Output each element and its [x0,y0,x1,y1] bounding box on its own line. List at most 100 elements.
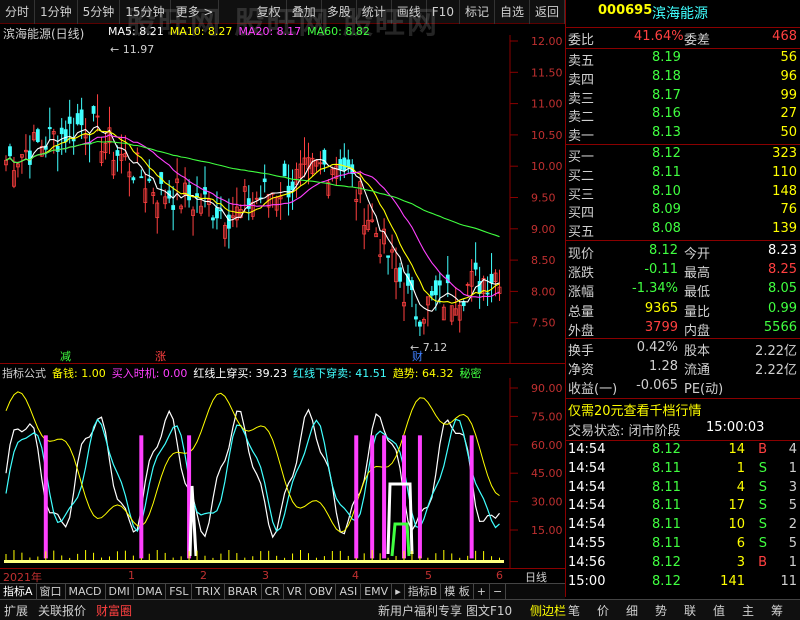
toolbar-btn-3[interactable]: 15分钟 [120,0,171,24]
toolbar-btn-r0[interactable]: 复权 [252,0,287,24]
indicator-tab-17[interactable]: − [490,584,507,599]
indicator-tab-0[interactable]: 指标A [0,584,37,599]
indicator-tab-5[interactable]: FSL [166,584,193,599]
stat-row-3: 总量 9365 量比 0.99 [568,300,797,320]
month-label-5: 6 [496,569,503,582]
indicator-tab-8[interactable]: CR [262,584,284,599]
stock-header: 000695 滨海能源 [566,3,800,25]
event-marker-2[interactable]: 财 [412,349,423,363]
statusbar-mid-1[interactable]: 图文F10 [466,602,512,619]
bid-row-4: 买五 8.08 139 [568,221,797,241]
month-label-2: 3 [262,569,269,582]
trade-status: 交易状态: 闭市阶段 15:00:03 [568,420,765,439]
statusbar-left-2[interactable]: 财富圈 [96,602,132,619]
statusbar-right-4[interactable]: 联 [684,602,696,619]
stat-row-0: 现价 8.12 今开 8.23 [568,243,797,262]
price-tick: 11.00 [531,98,563,111]
toolbar-btn-4[interactable]: 更多 > [171,0,220,24]
indicator-tab-1[interactable]: 窗口 [37,584,66,599]
indicator-tick: 30.00 [531,496,563,509]
event-marker-0[interactable]: 减 [60,350,71,363]
indicator-tab-13[interactable]: ▸ [392,584,405,599]
statusbar-right-5[interactable]: 值 [713,602,725,619]
indicator-chart: 90.00 75.00 60.00 45.00 30.00 15.00 [4,378,563,568]
indicator-tab-16[interactable]: + [474,584,490,599]
price-tick: 8.50 [531,254,556,267]
tick-row-4: 14:54 8.11 10 S 2 [568,517,797,533]
indicator-tab-2[interactable]: MACD [66,584,106,599]
statusbar-right-2[interactable]: 细 [626,602,638,619]
ask-row-1: 卖四 8.18 96 [568,68,797,88]
indicator-tabs: 指标A 窗口 MACD DMI DMA FSL TRIX BRAR CR VR OBV ASI EMV ▸… [0,583,565,599]
stat-row-1: 涨跌 -0.11 最高 8.25 [568,262,797,282]
promo-banner[interactable]: 仅需20元查看千档行情 [566,400,800,419]
toolbar-btn-0[interactable]: 分时 [0,0,36,24]
price-tick: 10.00 [531,160,563,173]
event-marker-1[interactable]: 涨 [155,350,166,363]
indicator-tab-15[interactable]: 模 板 [441,584,474,599]
indicator-tab-3[interactable]: DMI [106,584,134,599]
price-tick: 9.50 [531,192,556,205]
ask-row-4: 卖一 8.13 50 [568,125,797,145]
toolbar-btn-r3[interactable]: 统计 [357,0,392,24]
statusbar-left-0[interactable]: 扩展 [4,602,28,619]
toolbar-btn-r1[interactable]: 叠加 [287,0,322,24]
statusbar-left-1[interactable]: 关联报价 [38,602,86,619]
toolbar-btn-r2[interactable]: 多股 [322,0,357,24]
toolbar-btn-r5[interactable]: F10 [427,0,460,24]
statusbar-right-3[interactable]: 势 [655,602,667,619]
tick-row-5: 14:55 8.11 6 S 5 [568,536,797,551]
toolbar-btn-r7[interactable]: 自选 [495,0,530,24]
stock-code: 000695 [598,3,653,18]
price-tick: 7.50 [531,317,556,330]
statusbar-right-1[interactable]: 价 [597,602,609,619]
price-tick: 8.00 [531,285,556,298]
price-tick: 10.50 [531,129,563,142]
indicator-tick: 60.00 [531,439,563,452]
tick-row-7: 15:00 8.12 141 11 [568,573,797,589]
ask-row-3: 卖二 8.16 27 [568,106,797,126]
quote-panel: 000695 滨海能源 委比 41.64% 委差 468 卖五 8.19 56 卖四 8… [565,0,800,597]
high-price-label: ← 11.97 [110,43,154,56]
indicator-tab-7[interactable]: BRAR [225,584,262,599]
stat-row-2: 涨幅 -1.34% 最低 8.05 [568,281,797,301]
toolbar-btn-r4[interactable]: 画线 [392,0,427,24]
fund-row-2: 收益(一) -0.065 PE(动) [568,378,724,398]
indicator-tab-10[interactable]: OBV [306,584,337,599]
indicator-tab-11[interactable]: ASI [336,584,362,599]
statusbar-right-7[interactable]: 筹 [771,602,783,619]
tick-row-2: 14:54 8.11 4 S 3 [568,479,797,495]
statusbar-mid-2[interactable]: 侧边栏 [530,602,566,619]
indicator-tab-9[interactable]: VR [284,584,307,599]
statusbar-right-0[interactable]: 笔 [568,602,580,619]
ask-row-2: 卖三 8.17 99 [568,87,797,107]
price-tick: 11.50 [531,66,563,79]
indicator-tab-4[interactable]: DMA [134,584,167,599]
bid-row-3: 买四 8.09 76 [568,202,797,222]
tick-row-0: 14:54 8.12 14 B 4 [568,442,797,457]
month-label-3: 4 [352,569,359,582]
bid-row-2: 买三 8.10 148 [568,183,797,203]
indicator-tick: 15.00 [531,524,563,537]
indicator-tab-14[interactable]: 指标B [405,584,442,599]
indicator-panel[interactable]: 指标公式 备钱: 1.00 买入时机: 0.00 红线上穿买: 39.23 红线下穿卖:… [0,364,565,568]
statusbar-right-6[interactable]: 主 [742,602,754,619]
toolbar-btn-r6[interactable]: 标记 [460,0,495,24]
indicator-tab-12[interactable]: EMV [361,584,393,599]
indicator-tab-6[interactable]: TRIX [192,584,225,599]
statusbar-mid-0[interactable]: 新用户福利专享 [378,602,462,619]
stat-row-4: 外盘 3799 内盘 5566 [568,319,797,339]
order-ratio-row: 委比 41.64% 委差 468 [568,29,797,48]
tick-row-3: 14:54 8.11 17 S 5 [568,498,797,514]
fund-row-0: 换手 0.42% 股本 2.22亿 [568,340,797,359]
main-chart[interactable]: 滨海能源(日线) MA5: 8.21 MA10: 8.27 MA20: 8.17 MA… [0,25,565,363]
toolbar-btn-r8[interactable]: 返回 [530,0,565,24]
candlestick-chart: 12.00 11.50 11.00 10.50 10.00 9.50 9.00 8.50 8.0… [4,35,563,363]
price-tick: 9.00 [531,223,556,236]
toolbar-btn-2[interactable]: 5分钟 [78,0,121,24]
bid-row-1: 买二 8.11 110 [568,164,797,184]
toolbar-btn-1[interactable]: 1分钟 [35,0,78,24]
price-tick: 12.00 [531,35,563,48]
indicator-tick: 75.00 [531,410,563,423]
tick-row-6: 14:56 8.12 3 B 1 [568,554,797,570]
